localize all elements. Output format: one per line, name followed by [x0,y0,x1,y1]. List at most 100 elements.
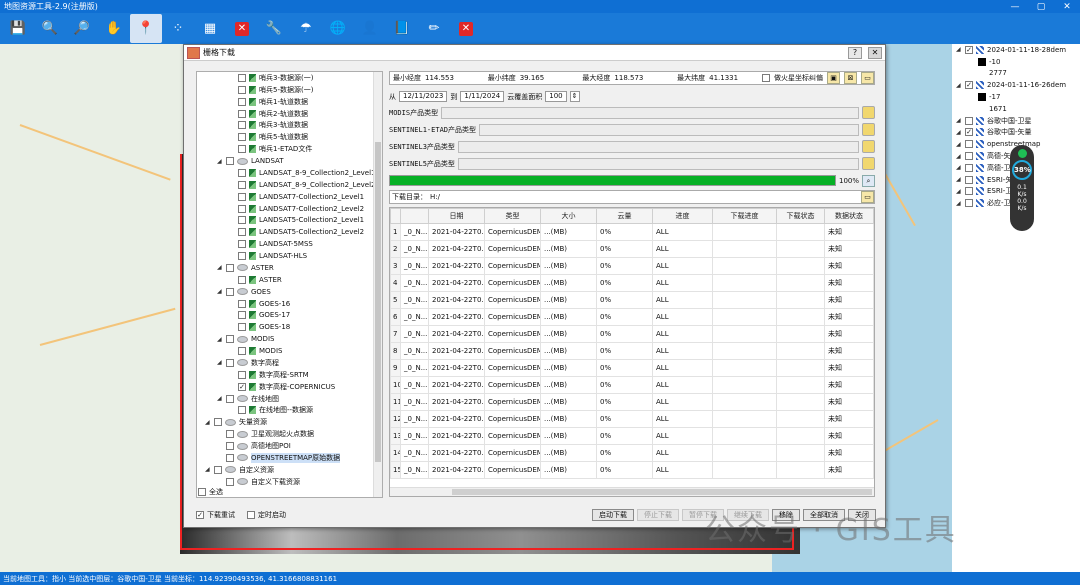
table-row[interactable]: 15_0_N...2021-04-22T0...CopernicusDEM...… [390,461,874,479]
table-row[interactable]: 10_0_N...2021-04-22T0...CopernicusDEM...… [390,376,874,394]
check-all-checkbox[interactable] [198,488,206,496]
tree-checkbox[interactable] [226,453,234,462]
table-hscrollbar-thumb[interactable] [452,489,872,495]
browse-folder-icon[interactable]: ▭ [861,191,874,203]
table-row[interactable]: 12_0_N...2021-04-22T0...CopernicusDEM...… [390,410,874,428]
expand-arrow-icon[interactable]: ◢ [956,141,962,148]
tree-item[interactable]: 哨兵5-数据源(一) [197,84,382,96]
expand-arrow-icon[interactable]: ◢ [956,82,962,89]
column-header[interactable]: 下载状态 [776,208,825,224]
tree-item[interactable]: ◢ 数字高程 [197,357,382,369]
product-options-icon[interactable] [862,106,875,119]
tree-item[interactable]: 在线地图--数据源 [197,405,382,417]
start-download-button[interactable]: 启动下载 [592,509,634,521]
tree-checkbox[interactable] [238,311,246,320]
tree-item[interactable]: LANDSAT_8-9_Collection2_Level1 [197,167,382,179]
tree-checkbox[interactable] [226,430,234,439]
layer-checkbox[interactable] [965,140,973,149]
tree-item[interactable]: LANDSAT7-Collection2_Level2 [197,203,382,215]
table-row[interactable]: 13_0_N...2021-04-22T0...CopernicusDEM...… [390,427,874,445]
expand-arrow-icon[interactable]: ◢ [205,466,211,473]
layer-checkbox[interactable] [965,163,973,172]
table-row[interactable]: 8 _0_N... 2021-04-22T0... CopernicusDEM ...(… [390,342,874,360]
tree-checkbox[interactable] [238,109,246,118]
layer-row[interactable]: ◢ ✓ 2024-01-11-16-26dem [952,79,1080,91]
open-folder-icon[interactable]: ▭ [861,72,875,84]
tree-item[interactable]: LANDSAT-HLS [197,250,382,262]
tree-item[interactable]: GOES-16 [197,298,382,310]
dialog-help-button[interactable]: ? [848,46,862,59]
clear-tool-button[interactable]: ✕ [226,14,258,43]
tree-item[interactable]: ◢ MODIS [197,333,382,345]
grid-select-tool-button[interactable]: ▦ [194,14,226,43]
tree-item[interactable]: OPENSTREETMAP原始数据 [197,452,382,464]
tree-item[interactable]: 哨兵1-轨道数据 [197,96,382,108]
tree-item[interactable]: LANDSAT5-Collection2_Level1 [197,215,382,227]
layer-checkbox[interactable] [965,175,973,184]
expand-arrow-icon[interactable]: ◢ [217,264,223,271]
book-tool-button[interactable]: 📘 [386,14,418,43]
column-header[interactable]: 下载进度 [712,208,777,224]
expand-arrow-icon[interactable]: ◢ [205,419,211,426]
tree-checkbox[interactable] [214,418,222,427]
tree-item[interactable]: ◢ 自定义资源 [197,464,382,476]
tree-item[interactable]: 哨兵3-数据源(一) [197,72,382,84]
table-row[interactable]: 6 _0_N... 2021-04-22T0... CopernicusDEM ...(… [390,308,874,326]
download-dir-field[interactable]: H:/ [430,193,858,201]
tree-item[interactable]: 自定义下载资源 [197,476,382,488]
product-type-field[interactable] [441,106,859,119]
tree-checkbox[interactable] [226,394,234,403]
layer-checkbox[interactable]: ✓ [965,128,973,137]
min-lon-value[interactable]: 114.553 [425,74,484,82]
column-header[interactable]: 大小 [540,208,597,224]
tree-checkbox[interactable] [226,335,234,344]
clear-extent-icon[interactable]: ⊠ [844,72,858,84]
column-header[interactable]: 类型 [484,208,541,224]
tree-checkbox[interactable] [238,252,246,261]
timer-checkbox[interactable] [247,511,255,519]
tree-item[interactable]: MODIS [197,345,382,357]
tree-item[interactable]: 卫星观测起火点数据 [197,428,382,440]
table-row[interactable]: 3 _0_N... 2021-04-22T0... CopernicusDEM ...(… [390,257,874,275]
tree-checkbox[interactable] [238,216,246,225]
product-type-field[interactable] [457,157,859,170]
table-row[interactable]: 11_0_N...2021-04-22T0...CopernicusDEM...… [390,393,874,411]
tree-checkbox[interactable] [238,370,246,379]
tools-tool-button[interactable]: 🔧 [258,14,290,43]
column-header[interactable]: 数据状态 [824,208,874,224]
select-tool-button[interactable]: ⁘ [162,14,194,43]
tree-checkbox[interactable] [238,406,246,415]
globe-tool-button[interactable]: 🌐 [322,14,354,43]
product-options-icon[interactable] [862,123,875,136]
pencil-tool-button[interactable]: ✏ [418,14,450,43]
tree-checkbox[interactable] [238,97,246,106]
retry-checkbox[interactable]: ✓ [196,511,204,519]
tree-item[interactable]: LANDSAT-5MSS [197,238,382,250]
tree-checkbox[interactable] [238,85,246,94]
tree-item[interactable]: LANDSAT7-Collection2_Level1 [197,191,382,203]
product-options-icon[interactable] [862,140,875,153]
draw-extent-icon[interactable]: ▣ [827,72,841,84]
fire-coord-checkbox[interactable] [762,74,771,82]
retry-option[interactable]: ✓ 下载重试 [196,510,235,520]
layer-checkbox[interactable]: ✓ [965,81,973,90]
product-type-field[interactable] [479,123,859,136]
tree-checkbox[interactable] [238,228,246,237]
min-lat-value[interactable]: 39.165 [520,74,579,82]
tree-scrollbar[interactable] [373,72,382,497]
tree-item[interactable]: 哨兵1-ETAD文件 [197,143,382,155]
table-row[interactable]: 9 _0_N... 2021-04-22T0... CopernicusDEM ...(… [390,359,874,377]
tree-checkbox[interactable] [238,347,246,356]
tree-checkbox[interactable] [238,299,246,308]
table-row[interactable]: 4 _0_N... 2021-04-22T0... CopernicusDEM ...(… [390,274,874,292]
expand-arrow-icon[interactable]: ◢ [956,164,962,171]
table-hscrollbar[interactable] [390,487,874,496]
max-lon-value[interactable]: 118.573 [614,74,673,82]
layer-checkbox[interactable] [965,152,973,161]
cloud-spin-icon[interactable]: ⇕ [569,91,580,102]
tree-item[interactable]: 数字高程-SRTM [197,369,382,381]
column-header[interactable]: 进度 [652,208,713,224]
table-row[interactable]: 2 _0_N... 2021-04-22T0... CopernicusDEM ...(… [390,240,874,258]
window-close-button[interactable]: ✕ [1054,2,1080,12]
layer-row[interactable]: ◢ 谷歌中国-卫星 [952,115,1080,127]
